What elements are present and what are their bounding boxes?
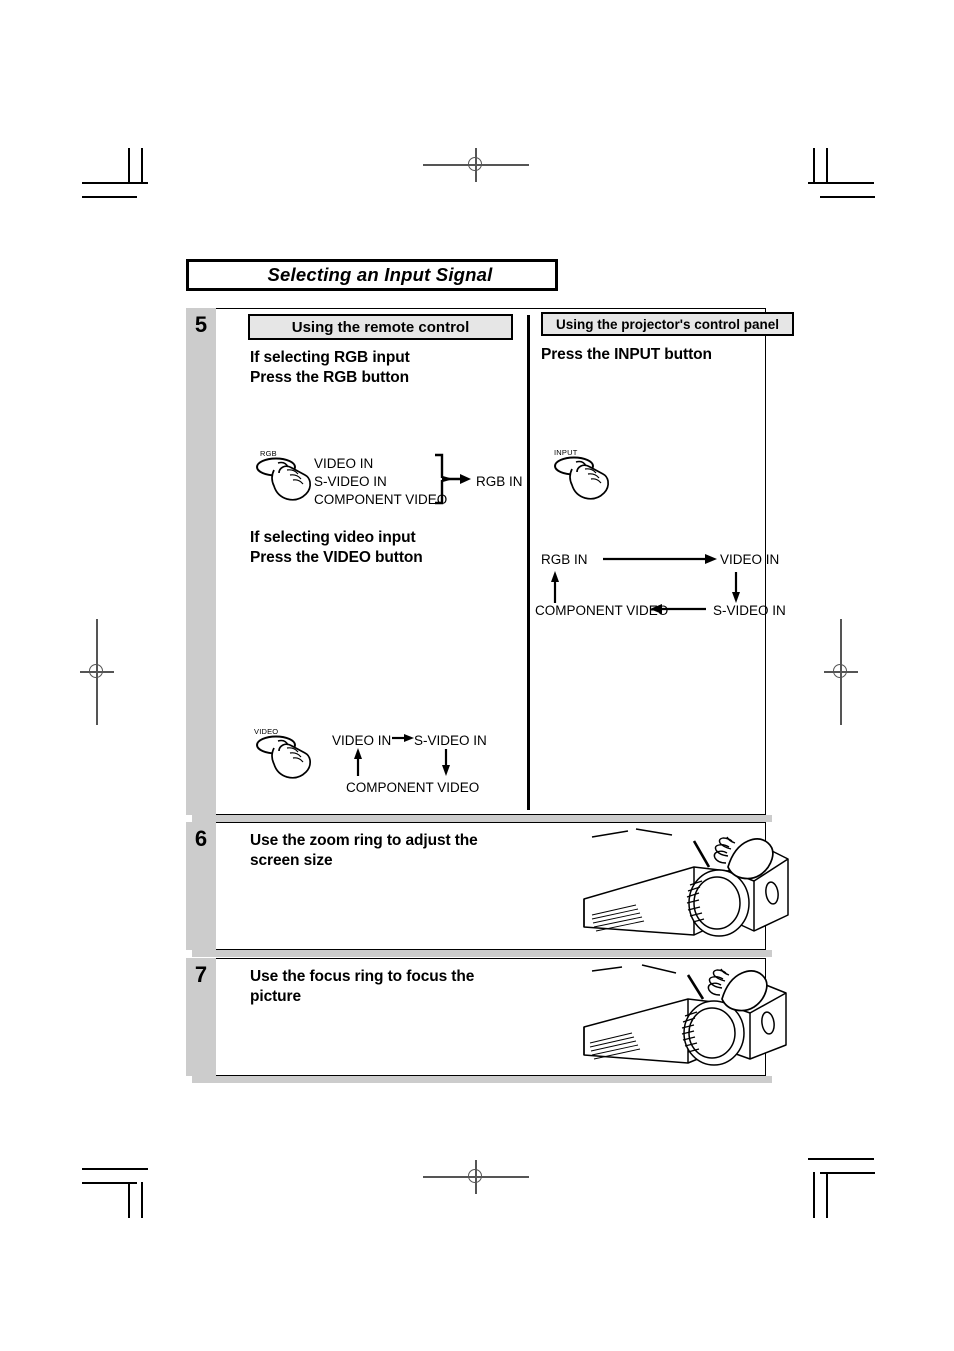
step-5-gray-column	[186, 308, 216, 815]
step-7-number: 7	[194, 962, 208, 987]
crop-line	[128, 148, 130, 184]
step-5: 5 Using the remote control If selecting …	[186, 308, 794, 815]
step-5-number: 5	[194, 312, 208, 337]
registration-mark-top	[423, 148, 529, 182]
page-title-box: Selecting an Input Signal	[186, 259, 558, 291]
section-shadow	[192, 1076, 772, 1083]
crop-line	[141, 1182, 143, 1218]
registration-circle	[468, 1169, 482, 1183]
section-shadow	[192, 815, 772, 822]
crop-line	[808, 182, 874, 184]
crop-line	[813, 1172, 815, 1218]
hand-pressing-button-icon	[256, 735, 312, 779]
step-6: 6 Use the zoom ring to adjust the screen…	[186, 822, 789, 950]
crop-line	[82, 196, 137, 198]
step-5-body: Using the remote control If selecting RG…	[216, 308, 794, 815]
hand-pressing-button-icon	[256, 457, 312, 501]
input-button-press-icon: INPUT	[552, 448, 618, 510]
registration-mark-left	[80, 619, 114, 725]
crop-line	[826, 148, 828, 184]
video-button-press-icon: VIDEO	[254, 727, 320, 789]
rgb-section-heading: If selecting RGB input Press the RGB but…	[250, 349, 410, 386]
rgb-in-target-label: RGB IN	[476, 474, 523, 489]
crop-line	[820, 1172, 875, 1174]
hand-pressing-button-icon	[554, 456, 610, 500]
step-7: 7 Use the focus ring to focus the pictur…	[186, 958, 787, 1076]
panel-label-remote-control: Using the remote control	[248, 314, 513, 340]
step-6-heading: Use the zoom ring to adjust the screen s…	[250, 832, 478, 869]
input-section-heading: Press the INPUT button	[541, 346, 712, 363]
input-cycle-arrows	[551, 554, 740, 614]
registration-circle	[833, 664, 847, 678]
crop-line	[128, 1182, 130, 1218]
step-6-number: 6	[194, 826, 208, 851]
panel-label-control-panel: Using the projector's control panel	[541, 312, 794, 336]
page-title: Selecting an Input Signal	[267, 264, 493, 285]
registration-mark-bottom	[423, 1160, 529, 1194]
video-cycle-arrows	[354, 734, 450, 776]
crop-line	[820, 196, 875, 198]
step-7-heading: Use the focus ring to focus the picture	[250, 968, 475, 1005]
rgb-source-list: VIDEO IN S-VIDEO IN COMPONENT VIDEO	[314, 456, 448, 507]
rgb-button-press-icon: RGB	[254, 449, 320, 511]
crop-line	[808, 1158, 874, 1160]
registration-mark-right	[824, 619, 858, 725]
projector-focus-ring-illustration	[583, 964, 787, 1066]
section-shadow	[192, 950, 772, 957]
video-section-heading: If selecting video input Press the VIDEO…	[250, 529, 423, 566]
crop-line	[826, 1172, 828, 1218]
projector-zoom-ring-illustration	[583, 828, 789, 937]
registration-circle	[468, 157, 482, 171]
step-7-body: Use the focus ring to focus the picture	[216, 958, 787, 1076]
crop-line	[82, 182, 148, 184]
column-divider	[527, 315, 530, 810]
crop-line	[82, 1168, 148, 1170]
crop-line	[813, 148, 815, 184]
step-6-body: Use the zoom ring to adjust the screen s…	[216, 822, 789, 950]
crop-line	[141, 148, 143, 184]
registration-circle	[89, 664, 103, 678]
